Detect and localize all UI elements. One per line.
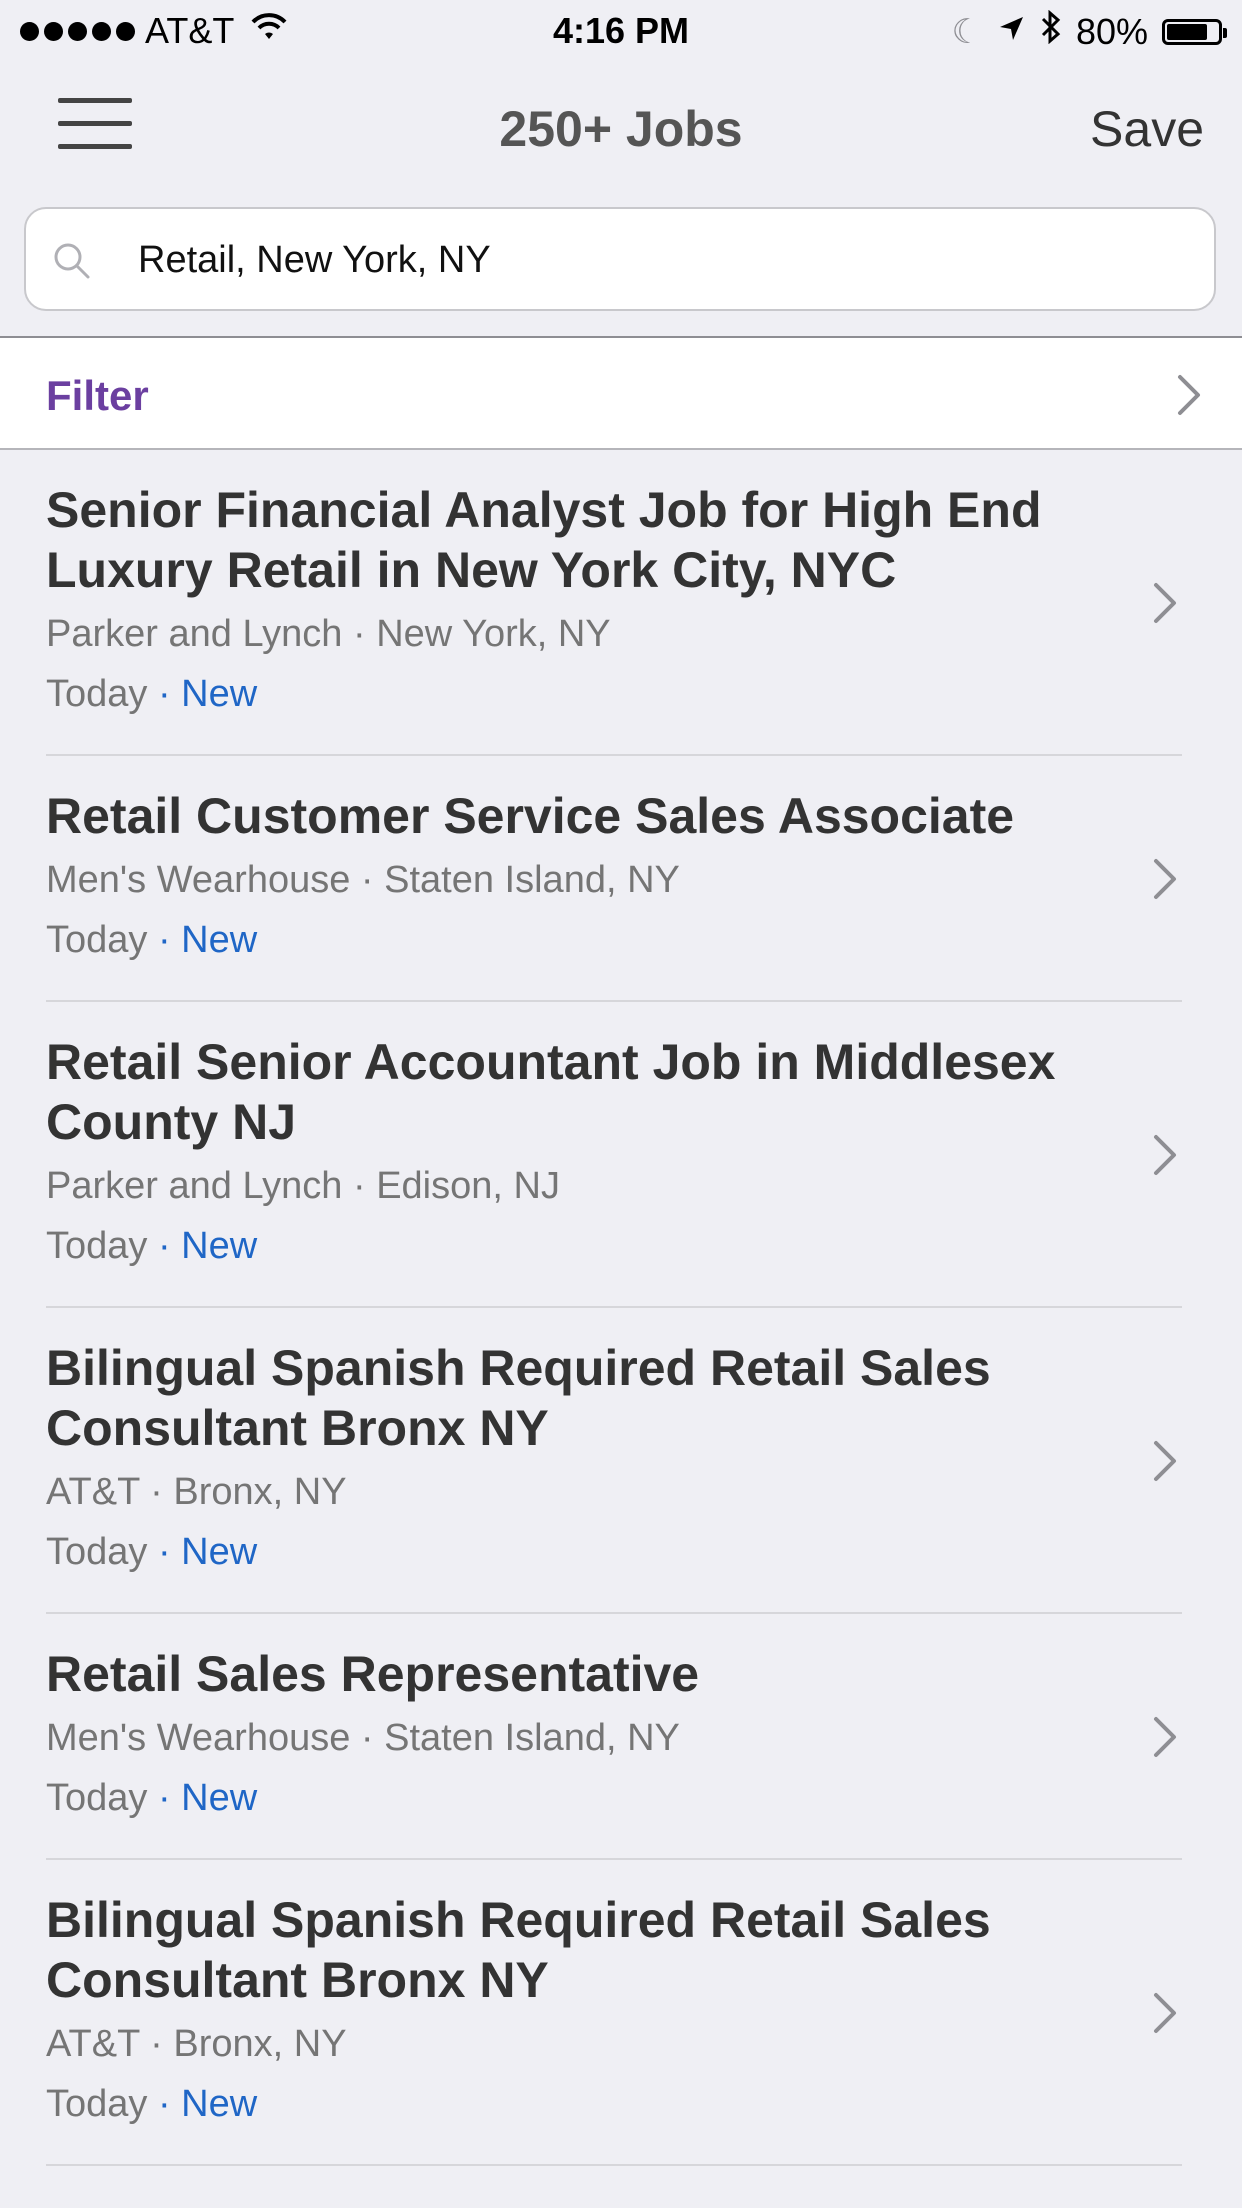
job-title: Retail Sales Representative: [46, 1646, 700, 1702]
battery-percent: 80%: [1075, 10, 1148, 52]
chevron-right-icon: [1152, 1134, 1182, 1175]
job-new-badge: · New: [147, 919, 258, 961]
job-company-location: Men's Wearhouse · Staten Island, NY: [46, 1717, 680, 1759]
filter-label: Filter: [46, 372, 149, 419]
navigation-bar: 250+ Jobs Save: [0, 60, 1242, 190]
search-icon: [52, 241, 92, 281]
job-date: Today: [46, 673, 148, 715]
page-title: 250+ Jobs: [499, 101, 743, 157]
job-title: Bilingual Spanish Required Retail Sales …: [46, 1340, 991, 1456]
job-new-badge: · New: [147, 1225, 258, 1267]
job-date: Today: [46, 1531, 148, 1573]
job-new-badge: · New: [147, 1531, 258, 1573]
status-right: ☾ 80%: [951, 9, 1227, 53]
job-date: Today: [46, 1225, 148, 1267]
job-new-badge: · New: [147, 673, 258, 715]
job-new-badge: · New: [147, 1777, 258, 1819]
job-title: Retail Customer Service Sales Associate: [46, 788, 1015, 844]
job-new-badge: · New: [147, 2083, 258, 2125]
chevron-right-icon: [1152, 582, 1182, 623]
chevron-right-icon: [1152, 1992, 1182, 2033]
job-list-item[interactable]: Retail Sales Representative Men's Wearho…: [46, 1614, 1182, 1860]
job-list: Senior Financial Analyst Job for High En…: [0, 450, 1242, 2166]
job-title: Senior Financial Analyst Job for High En…: [46, 482, 1042, 598]
do-not-disturb-moon-icon: ☾: [951, 12, 982, 51]
job-company-location: Men's Wearhouse · Staten Island, NY: [46, 859, 680, 901]
job-date: Today: [46, 2083, 148, 2125]
filter-row[interactable]: Filter: [0, 336, 1242, 450]
job-list-item[interactable]: Retail Customer Service Sales Associate …: [46, 756, 1182, 1002]
job-company-location: Parker and Lynch · Edison, NJ: [46, 1165, 560, 1207]
battery-icon: [1162, 18, 1227, 45]
job-list-item[interactable]: Bilingual Spanish Required Retail Sales …: [46, 1308, 1182, 1614]
job-company-location: Parker and Lynch · New York, NY: [46, 613, 611, 655]
chevron-right-icon: [1176, 374, 1206, 415]
save-button[interactable]: Save: [1090, 100, 1204, 158]
bluetooth-icon: [1040, 9, 1062, 53]
job-list-item[interactable]: Retail Senior Accountant Job in Middlese…: [46, 1002, 1182, 1308]
job-date: Today: [46, 919, 148, 961]
search-input[interactable]: [136, 209, 1190, 311]
job-list-item[interactable]: Bilingual Spanish Required Retail Sales …: [46, 1860, 1182, 2166]
chevron-right-icon: [1152, 858, 1182, 899]
status-bar: AT&T 4:16 PM ☾ 80%: [0, 0, 1242, 60]
chevron-right-icon: [1152, 1440, 1182, 1481]
chevron-right-icon: [1152, 1716, 1182, 1757]
job-list-item[interactable]: Senior Financial Analyst Job for High En…: [46, 450, 1182, 756]
location-arrow-icon: [996, 11, 1026, 53]
job-company-location: AT&T · Bronx, NY: [46, 1471, 347, 1513]
job-date: Today: [46, 1777, 148, 1819]
job-title: Retail Senior Accountant Job in Middlese…: [46, 1034, 1056, 1150]
job-company-location: AT&T · Bronx, NY: [46, 2023, 347, 2065]
search-bar[interactable]: [24, 207, 1216, 311]
job-title: Bilingual Spanish Required Retail Sales …: [46, 1892, 991, 2008]
